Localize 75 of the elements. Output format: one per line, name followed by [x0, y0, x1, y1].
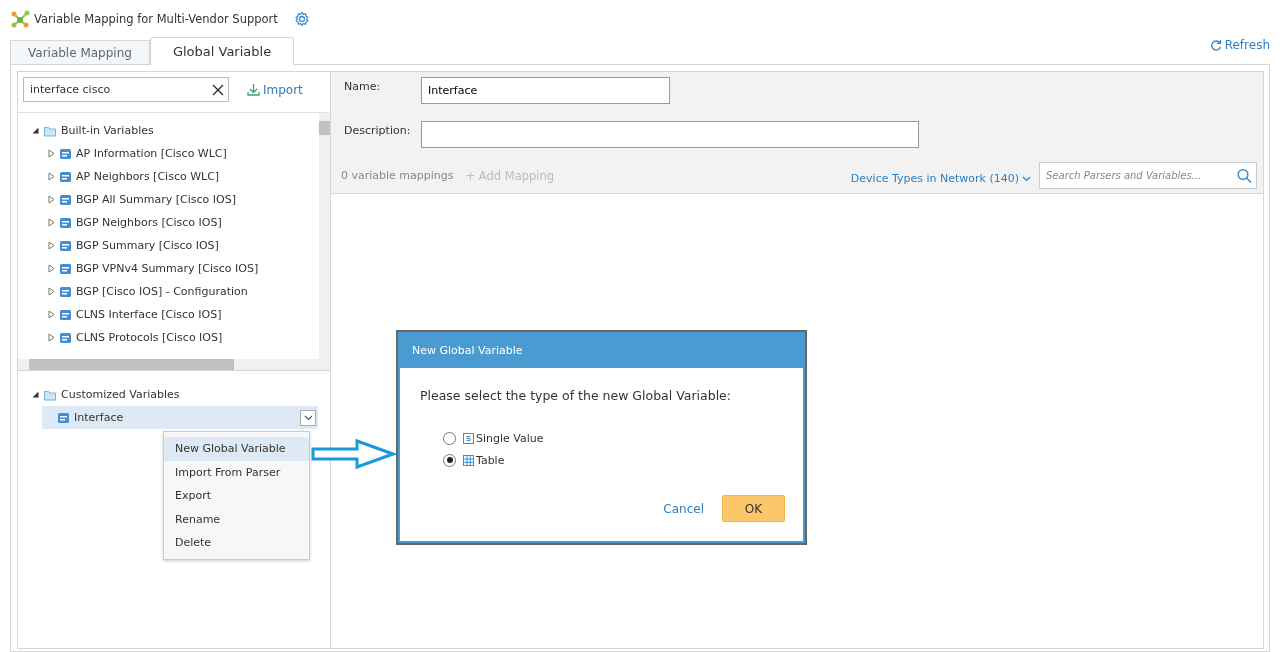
- search-icon: [1237, 168, 1252, 183]
- menu-item[interactable]: Delete: [164, 531, 309, 555]
- field-label: Name:: [344, 80, 382, 93]
- network-logo-icon: [10, 9, 30, 28]
- variable-badge-icon: [60, 217, 71, 228]
- tab[interactable]: Variable Mapping: [10, 40, 150, 64]
- clear-icon: [212, 83, 224, 96]
- radio-option[interactable]: Table: [443, 453, 785, 467]
- ok-button[interactable]: OK: [722, 495, 785, 522]
- variable-badge-icon: [60, 263, 71, 274]
- description-field[interactable]: [421, 121, 919, 148]
- search-field[interactable]: Search Parsers and Variables...: [1039, 162, 1257, 189]
- tree-item[interactable]: BGP All Summary [Cisco IOS]: [32, 188, 318, 211]
- collapsed-arrow-icon: [48, 218, 55, 227]
- tree-item[interactable]: BGP Summary [Cisco IOS]: [32, 234, 318, 257]
- arrow-right-icon: [311, 438, 397, 470]
- variable-badge-icon: [60, 240, 71, 251]
- dropdown-button[interactable]: [300, 409, 316, 426]
- table-icon: [463, 454, 474, 466]
- folder-icon: [44, 388, 56, 401]
- tree-folder[interactable]: Customized Variables: [32, 383, 330, 406]
- tree-folder[interactable]: Built-in Variables: [32, 119, 318, 142]
- single-value-icon: [463, 432, 474, 444]
- tree-item[interactable]: AP Information [Cisco WLC]: [32, 142, 318, 165]
- chevron-down-icon: [1022, 175, 1031, 182]
- menu-item[interactable]: New Global Variable: [164, 437, 309, 461]
- vertical-scrollbar[interactable]: [319, 113, 330, 359]
- variable-badge-icon: [60, 286, 71, 297]
- variable-badge-icon: [60, 171, 71, 182]
- collapsed-arrow-icon: [48, 264, 55, 273]
- variable-badge-icon: [60, 148, 71, 159]
- app-title: Variable Mapping for Multi-Vendor Support: [34, 11, 278, 26]
- settings-icon: [293, 10, 310, 27]
- mapping-count: 0 variable mappings: [341, 169, 454, 182]
- dialog-title: New Global Variable: [411, 343, 524, 359]
- menu-item[interactable]: Export: [164, 484, 309, 508]
- chevron-down-icon: [303, 414, 313, 421]
- tree-item[interactable]: CLNS Interface [Cisco IOS]: [32, 303, 318, 326]
- device-types-dropdown[interactable]: Device Types in Network (140): [850, 172, 1031, 185]
- variable-badge-icon: [60, 332, 71, 343]
- collapsed-arrow-icon: [48, 333, 55, 342]
- refresh-icon: [1209, 39, 1222, 51]
- expanded-arrow-icon: [32, 127, 39, 134]
- collapsed-arrow-icon: [48, 241, 55, 250]
- search-field[interactable]: interface cisco: [23, 77, 229, 102]
- variable-badge-icon: [58, 412, 69, 423]
- tree-item[interactable]: Interface: [42, 406, 318, 429]
- tree-item[interactable]: BGP VPNv4 Summary [Cisco IOS]: [32, 257, 318, 280]
- import-button[interactable]: Import: [241, 82, 309, 97]
- tree-item[interactable]: CLNS Protocols [Cisco IOS]: [32, 326, 318, 349]
- variable-badge-icon: [60, 194, 71, 205]
- collapsed-arrow-icon: [48, 172, 55, 181]
- collapsed-arrow-icon: [48, 195, 55, 204]
- tree-item[interactable]: BGP [Cisco IOS] - Configuration: [32, 280, 318, 303]
- expanded-arrow-icon: [32, 391, 39, 398]
- radio-button[interactable]: [443, 453, 456, 467]
- radio-option[interactable]: Single Value: [443, 431, 785, 445]
- tree-item[interactable]: BGP Neighbors [Cisco IOS]: [32, 211, 318, 234]
- collapsed-arrow-icon: [48, 287, 55, 296]
- refresh-button[interactable]: Refresh: [1209, 38, 1270, 64]
- menu-item[interactable]: Rename: [164, 507, 309, 531]
- collapsed-arrow-icon: [48, 310, 55, 319]
- menu-item[interactable]: Import From Parser: [164, 460, 309, 484]
- name-field[interactable]: Interface: [421, 77, 670, 104]
- download-icon: [247, 83, 260, 96]
- field-label: Description:: [344, 124, 412, 137]
- tab[interactable]: Global Variable: [149, 37, 295, 65]
- radio-button[interactable]: [443, 431, 456, 445]
- collapsed-arrow-icon: [48, 149, 55, 158]
- cancel-button[interactable]: Cancel: [663, 501, 704, 516]
- tree-item[interactable]: AP Neighbors [Cisco WLC]: [32, 165, 318, 188]
- variable-badge-icon: [60, 309, 71, 320]
- horizontal-scrollbar[interactable]: [18, 359, 330, 370]
- dialog-prompt: Please select the type of the new Global Variable:: [420, 388, 733, 403]
- folder-icon: [44, 124, 56, 137]
